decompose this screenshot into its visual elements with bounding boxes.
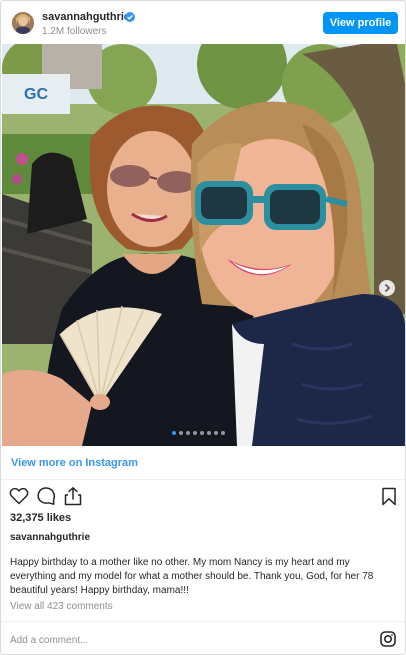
view-more-link[interactable]: View more on Instagram (11, 457, 138, 469)
view-profile-button[interactable]: View profile (323, 12, 398, 34)
instagram-logo-icon[interactable] (380, 631, 396, 652)
carousel-dot (179, 431, 183, 435)
carousel-dot (207, 431, 211, 435)
caption-username[interactable]: savannahguthrie (10, 532, 90, 543)
instagram-embed-card: savannahguthrie 1.2M followers View prof… (0, 0, 406, 655)
view-all-comments-link[interactable]: View all 423 comments (10, 601, 113, 612)
add-comment-input[interactable] (10, 632, 310, 648)
username[interactable]: savannahguthrie (42, 11, 130, 23)
carousel-dot (214, 431, 218, 435)
carousel-dot (221, 431, 225, 435)
like-count[interactable]: 32,375 likes (10, 512, 71, 524)
carousel-dot (186, 431, 190, 435)
carousel-next-icon[interactable] (379, 280, 395, 296)
follower-count: 1.2M followers (42, 26, 107, 37)
heart-icon[interactable] (9, 487, 29, 510)
comment-icon[interactable] (36, 486, 56, 511)
caption-text: Happy birthday to a mother like no other… (10, 557, 374, 596)
carousel-dot (200, 431, 204, 435)
carousel-dot (172, 431, 176, 435)
view-more-row: View more on Instagram (1, 446, 405, 480)
selfie-image: GC (2, 44, 405, 446)
share-icon[interactable] (63, 486, 83, 511)
bookmark-icon[interactable] (381, 487, 397, 511)
verified-badge-icon (125, 12, 135, 22)
post-header: savannahguthrie 1.2M followers View prof… (1, 1, 405, 44)
comment-row (1, 621, 405, 655)
carousel-dot (193, 431, 197, 435)
sign-text: GC (24, 86, 48, 103)
post-photo[interactable]: GC (2, 44, 405, 446)
avatar[interactable] (12, 12, 34, 34)
